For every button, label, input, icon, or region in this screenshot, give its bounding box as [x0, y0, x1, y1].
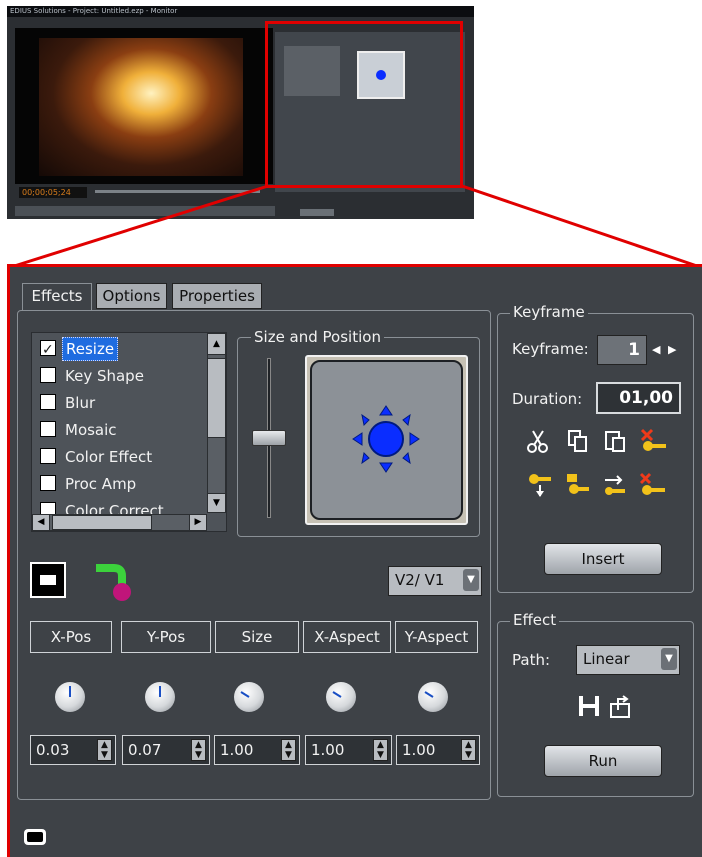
xpos-value: 0.03: [36, 741, 70, 759]
ypos-header: Y-Pos: [121, 621, 211, 653]
track-select-value: V2/ V1: [395, 571, 445, 589]
size-spinbox[interactable]: 1.00 ▲ ▼: [214, 735, 300, 765]
reset-button[interactable]: [92, 562, 136, 602]
knob-indicator-icon: [424, 691, 434, 698]
rectangle-icon: [40, 575, 56, 585]
keyframe-label: Keyframe:: [512, 340, 589, 358]
keyframe-number-field[interactable]: 1: [597, 335, 647, 365]
path-value: Linear: [583, 650, 630, 668]
add-keyframe-icon[interactable]: [527, 472, 553, 498]
list-horizontal-scroll-thumb[interactable]: [52, 515, 152, 530]
knob-indicator-icon: [332, 691, 342, 698]
list-item-label: Mosaic: [65, 421, 117, 439]
yaspect-header: Y-Aspect: [395, 621, 478, 653]
list-item-label: Proc Amp: [65, 475, 137, 493]
zoom-connector-lines: [7, 184, 701, 270]
spin-arrows-icon[interactable]: ▲ ▼: [461, 739, 476, 761]
list-item-label: Color Effect: [65, 448, 153, 466]
list-item-label: Blur: [65, 394, 96, 412]
color-effect-checkbox[interactable]: [40, 448, 56, 464]
return-arrow-icon: [96, 564, 131, 601]
ypos-spinbox[interactable]: 0.07 ▲ ▼: [122, 735, 210, 765]
key-shape-checkbox[interactable]: [40, 367, 56, 383]
prev-keyframe-icon[interactable]: ◀: [652, 340, 662, 360]
path-label: Path:: [512, 651, 551, 669]
ypos-value: 0.07: [128, 741, 162, 759]
size-position-title: Size and Position: [251, 328, 384, 346]
blur-checkbox[interactable]: [40, 394, 56, 410]
monitor-icon[interactable]: [24, 829, 46, 845]
xaspect-spinbox[interactable]: 1.00 ▲ ▼: [305, 735, 392, 765]
keyframe-title: Keyframe: [510, 303, 588, 321]
move-handle-icon[interactable]: [312, 362, 461, 518]
size-header: Size: [215, 621, 299, 653]
path-dropdown[interactable]: Linear ▼: [576, 645, 680, 675]
xaspect-knob[interactable]: [326, 682, 356, 712]
spin-arrows-icon[interactable]: ▲ ▼: [373, 739, 388, 761]
list-vertical-scroll-thumb[interactable]: [207, 358, 226, 438]
knob-indicator-icon: [240, 691, 250, 698]
yaspect-knob[interactable]: [418, 682, 448, 712]
track-select-dropdown[interactable]: V2/ V1 ▼: [388, 566, 482, 596]
position-preview[interactable]: [310, 360, 463, 520]
copy-icon[interactable]: [565, 428, 591, 454]
knob-indicator-icon: [69, 686, 71, 697]
scissors-icon[interactable]: [525, 428, 551, 454]
run-button[interactable]: Run: [544, 745, 662, 777]
key-remove-icon[interactable]: [639, 472, 665, 498]
ypos-knob[interactable]: [145, 682, 175, 712]
list-item-label: Key Shape: [65, 367, 144, 385]
xaspect-value: 1.00: [311, 741, 345, 759]
size-knob[interactable]: [234, 682, 264, 712]
chevron-down-icon: ▼: [661, 648, 677, 670]
tab-properties[interactable]: Properties: [172, 283, 262, 309]
save-icon[interactable]: [577, 694, 603, 720]
monitor-screen-icon: [27, 832, 43, 842]
display-mode-button[interactable]: [30, 562, 66, 598]
scroll-right-button[interactable]: ▶: [189, 514, 207, 531]
scroll-down-button[interactable]: ▼: [207, 493, 226, 513]
effect-title: Effect: [510, 611, 560, 629]
chevron-down-icon: ▼: [463, 569, 479, 591]
knob-indicator-icon: [159, 686, 161, 697]
mosaic-checkbox[interactable]: [40, 421, 56, 437]
tab-options[interactable]: Options: [96, 283, 167, 309]
key-swap-icon[interactable]: [601, 472, 627, 498]
yaspect-value: 1.00: [402, 741, 436, 759]
xpos-header: X-Pos: [30, 621, 112, 653]
resize-checkbox[interactable]: [40, 338, 56, 362]
yaspect-spinbox[interactable]: 1.00 ▲ ▼: [396, 735, 480, 765]
key-insert-icon[interactable]: [565, 472, 591, 498]
xpos-spinbox[interactable]: 0.03 ▲ ▼: [30, 735, 116, 765]
size-value: 1.00: [220, 741, 254, 759]
effects-list: Resize Key Shape Blur Mosaic Color Effec…: [31, 332, 227, 532]
spin-arrows-icon[interactable]: ▲ ▼: [191, 739, 206, 761]
duration-label: Duration:: [512, 390, 583, 408]
proc-amp-checkbox[interactable]: [40, 475, 56, 491]
spin-arrows-icon[interactable]: ▲ ▼: [97, 739, 112, 761]
spin-arrows-icon[interactable]: ▲ ▼: [281, 739, 296, 761]
export-icon[interactable]: [608, 694, 634, 720]
scroll-up-button[interactable]: ▲: [207, 333, 226, 355]
next-keyframe-icon[interactable]: ▶: [668, 340, 678, 360]
duration-field[interactable]: 01,00: [596, 382, 681, 414]
zoom-slider-handle[interactable]: [252, 430, 286, 446]
insert-button[interactable]: Insert: [544, 543, 662, 575]
list-item-label: Resize: [62, 337, 119, 361]
paste-icon[interactable]: [603, 428, 629, 454]
xpos-knob[interactable]: [55, 682, 85, 712]
scroll-left-button[interactable]: ◀: [32, 514, 50, 531]
tab-effects[interactable]: Effects: [22, 283, 92, 311]
delete-keyframe-icon[interactable]: [640, 428, 666, 454]
xaspect-header: X-Aspect: [303, 621, 391, 653]
